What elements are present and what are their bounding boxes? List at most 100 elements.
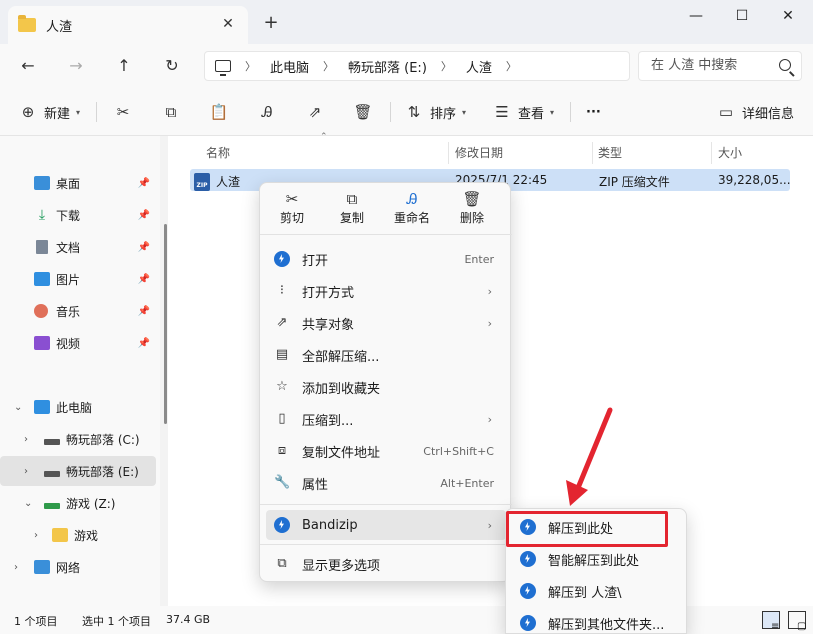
details-view-button[interactable]: ≡ bbox=[762, 611, 780, 632]
pin-icon[interactable]: 📌 bbox=[138, 306, 150, 317]
new-tab-button[interactable]: + bbox=[260, 12, 282, 34]
menu-label: 复制文件地址 bbox=[302, 445, 381, 461]
pin-icon[interactable]: 📌 bbox=[138, 338, 150, 349]
sidebar-label: 音乐 bbox=[56, 304, 81, 319]
details-pane-button[interactable]: ▭ 详细信息 bbox=[716, 98, 794, 126]
column-header-size[interactable]: 大小 bbox=[718, 140, 742, 166]
chevron-right-icon[interactable]: › bbox=[34, 530, 38, 541]
copy-icon[interactable]: ⧉ bbox=[161, 102, 181, 122]
forward-button[interactable]: → bbox=[62, 52, 90, 80]
sidebar-item-network[interactable]: › 网络 bbox=[0, 552, 156, 582]
pin-icon[interactable]: 📌 bbox=[138, 178, 150, 189]
refresh-button[interactable]: ↻ bbox=[158, 52, 186, 80]
copy-icon: ⧉ bbox=[346, 190, 358, 208]
rename-icon[interactable]: Ꭿ bbox=[257, 102, 277, 122]
submenu-item-extract-other[interactable]: 解压到其他文件夹... bbox=[512, 608, 682, 634]
sidebar-item-this-pc[interactable]: ⌄ 此电脑 bbox=[0, 392, 156, 422]
submenu-item-extract-here[interactable]: 解压到此处 bbox=[512, 512, 682, 542]
sidebar-item-desktop[interactable]: 桌面 📌 bbox=[0, 168, 156, 198]
menu-item-bandizip[interactable]: Bandizip › bbox=[266, 510, 506, 540]
status-selected: 选中 1 个项目 bbox=[82, 615, 151, 628]
share-icon[interactable]: ⇗ bbox=[305, 102, 325, 122]
pin-icon[interactable]: 📌 bbox=[138, 210, 150, 221]
search-input[interactable]: 在 人渣 中搜索 bbox=[638, 51, 802, 81]
submenu-item-extract-to-folder[interactable]: 解压到 人渣\ bbox=[512, 576, 682, 606]
menu-item-properties[interactable]: 🔧 属性 Alt+Enter bbox=[266, 468, 506, 498]
back-button[interactable]: ← bbox=[14, 52, 42, 80]
sidebar-item-drive-c[interactable]: › 畅玩部落 (C:) bbox=[0, 424, 156, 454]
sidebar-item-music[interactable]: 音乐 📌 bbox=[0, 296, 156, 326]
chevron-right-icon[interactable]: › bbox=[24, 466, 28, 477]
context-rename-button[interactable]: Ꭿ 重命名 bbox=[382, 189, 442, 233]
more-button[interactable]: ··· bbox=[586, 98, 601, 126]
sidebar-item-drive-z[interactable]: ⌄ 游戏 (Z:) bbox=[0, 488, 156, 518]
sidebar-item-game-folder[interactable]: › 游戏 bbox=[0, 520, 156, 550]
submenu-item-smart-extract[interactable]: 智能解压到此处 bbox=[512, 544, 682, 574]
maximize-button[interactable]: ☐ bbox=[719, 4, 765, 28]
minimize-button[interactable]: — bbox=[673, 4, 719, 28]
cut-icon[interactable]: ✂ bbox=[113, 102, 133, 122]
menu-item-add-favorites[interactable]: ☆ 添加到收藏夹 bbox=[266, 372, 506, 402]
sidebar-item-downloads[interactable]: ⤓ 下载 📌 bbox=[0, 200, 156, 230]
chevron-right-icon[interactable]: 〉 bbox=[245, 58, 256, 74]
column-header-name[interactable]: 名称 bbox=[206, 140, 230, 166]
breadcrumb-this-pc[interactable]: 此电脑 bbox=[270, 57, 309, 76]
pin-icon[interactable]: 📌 bbox=[138, 274, 150, 285]
menu-item-copy-path[interactable]: ⧈ 复制文件地址 Ctrl+Shift+C bbox=[266, 436, 506, 466]
breadcrumb-current[interactable]: 人渣 bbox=[466, 57, 492, 76]
column-divider[interactable] bbox=[592, 142, 593, 164]
breadcrumb-drive-e[interactable]: 畅玩部落 (E:) bbox=[348, 57, 427, 76]
menu-item-compress-to[interactable]: ▯ 压缩到... › bbox=[266, 404, 506, 434]
column-divider[interactable] bbox=[448, 142, 449, 164]
delete-icon: 🗑 bbox=[462, 190, 482, 208]
sidebar-item-documents[interactable]: 文档 📌 bbox=[0, 232, 156, 262]
extract-icon: ▤ bbox=[275, 347, 289, 362]
context-delete-button[interactable]: 🗑 删除 bbox=[442, 189, 502, 233]
sidebar-item-drive-e[interactable]: › 畅玩部落 (E:) bbox=[0, 456, 156, 486]
sidebar-item-pictures[interactable]: 图片 📌 bbox=[0, 264, 156, 294]
new-button[interactable]: ⊕ 新建 ▾ bbox=[18, 98, 80, 126]
column-header-modified[interactable]: 修改日期 bbox=[455, 140, 503, 166]
chevron-right-icon[interactable]: › bbox=[24, 434, 28, 445]
menu-item-open[interactable]: 打开 Enter bbox=[266, 244, 506, 274]
menu-item-share[interactable]: ⇗ 共享对象 › bbox=[266, 308, 506, 338]
sidebar-item-videos[interactable]: 视频 📌 bbox=[0, 328, 156, 358]
network-icon bbox=[34, 560, 50, 574]
drive-icon bbox=[44, 439, 60, 445]
column-divider[interactable] bbox=[711, 142, 712, 164]
quick-action-label: 删除 bbox=[459, 211, 484, 225]
address-bar[interactable]: 〉 此电脑 〉 畅玩部落 (E:) 〉 人渣 〉 bbox=[204, 51, 630, 81]
menu-item-extract-all[interactable]: ▤ 全部解压缩... bbox=[266, 340, 506, 370]
tab-current-folder[interactable]: 人渣 ✕ bbox=[8, 6, 248, 44]
paste-icon[interactable]: 📋 bbox=[209, 102, 229, 122]
command-bar: ⊕ 新建 ▾ ✂ ⧉ 📋 Ꭿ ⇗ 🗑 ⇅ 排序 ▾ ☰ 查看 ▾ ··· ▭ 详… bbox=[0, 88, 813, 136]
menu-item-open-with[interactable]: ⁝ 打开方式 › bbox=[266, 276, 506, 306]
bandizip-icon bbox=[520, 615, 536, 631]
view-button[interactable]: ☰ 查看 ▾ bbox=[492, 98, 554, 126]
column-header-type[interactable]: 类型 bbox=[598, 140, 622, 166]
chevron-right-icon[interactable]: 〉 bbox=[441, 58, 452, 74]
sort-button[interactable]: ⇅ 排序 ▾ bbox=[404, 98, 466, 126]
up-button[interactable]: ↑ bbox=[110, 52, 138, 80]
pin-icon[interactable]: 📌 bbox=[138, 242, 150, 253]
context-copy-button[interactable]: ⧉ 复制 bbox=[322, 189, 382, 233]
navigation-pane: 桌面 📌 ⤓ 下载 📌 文档 📌 图片 📌 音乐 📌 视频 📌 ⌄ 此电脑 › … bbox=[0, 136, 160, 606]
chevron-down-icon[interactable]: ⌄ bbox=[24, 498, 32, 509]
chevron-right-icon[interactable]: 〉 bbox=[506, 58, 517, 74]
close-button[interactable]: ✕ bbox=[765, 4, 811, 28]
delete-icon[interactable]: 🗑 bbox=[353, 102, 373, 122]
tiles-view-button[interactable]: ▢ bbox=[788, 611, 806, 632]
menu-item-show-more[interactable]: ⧉ 显示更多选项 bbox=[266, 549, 506, 579]
chevron-down-icon: ▾ bbox=[462, 107, 467, 117]
sidebar-label: 图片 bbox=[56, 272, 81, 287]
context-cut-button[interactable]: ✂ 剪切 bbox=[262, 189, 322, 233]
sidebar-scrollbar[interactable] bbox=[164, 224, 167, 424]
picture-icon bbox=[34, 272, 50, 286]
tab-close-button[interactable]: ✕ bbox=[218, 14, 238, 34]
chevron-right-icon[interactable]: › bbox=[14, 562, 18, 573]
submenu-label: 解压到其他文件夹... bbox=[548, 617, 665, 633]
chevron-down-icon[interactable]: ⌄ bbox=[14, 402, 22, 413]
title-bar: 人渣 ✕ + — ☐ ✕ bbox=[0, 0, 813, 44]
navigation-bar: ← → ↑ ↻ 〉 此电脑 〉 畅玩部落 (E:) 〉 人渣 〉 在 人渣 中搜… bbox=[0, 44, 813, 88]
chevron-right-icon[interactable]: 〉 bbox=[323, 58, 334, 74]
